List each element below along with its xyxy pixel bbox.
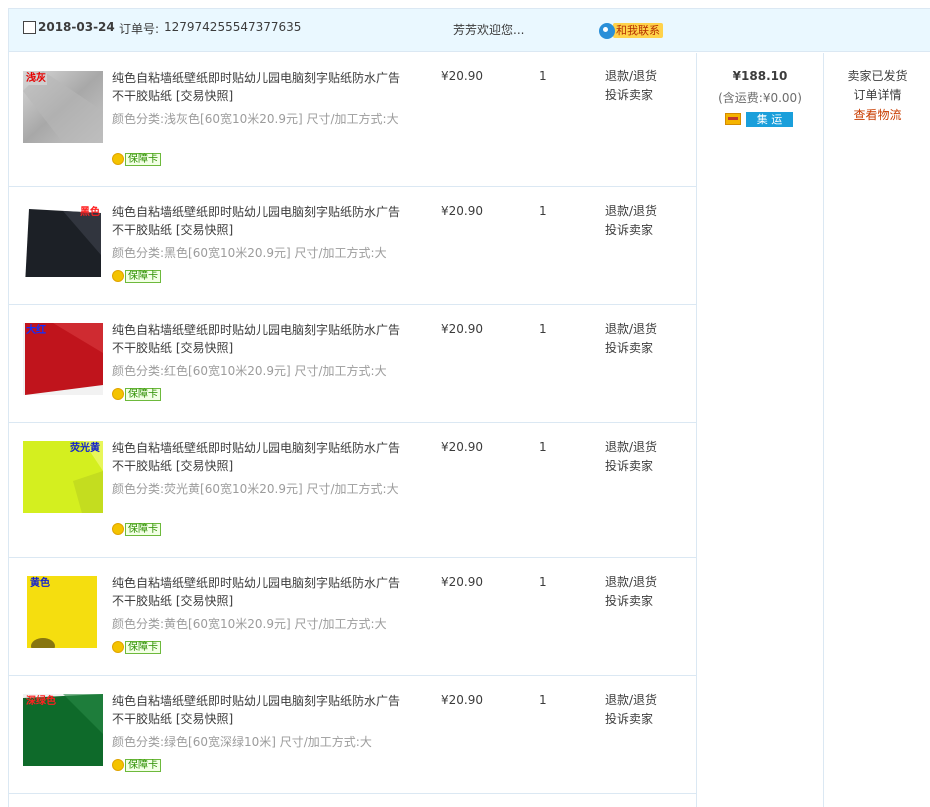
order-header: 2018-03-24 订单号: 127974255547377635 芳芳欢迎您… (9, 9, 930, 52)
product-spec: 颜色分类:黄色[60宽10米20.9元] 尺寸/加工方式:大 (112, 617, 387, 631)
complain-seller-link[interactable]: 投诉卖家 (605, 457, 657, 476)
quantity: 1 (539, 575, 547, 589)
complain-seller-link[interactable]: 投诉卖家 (605, 86, 657, 105)
product-thumbnail[interactable]: 浅灰 (23, 71, 103, 143)
unit-price: ¥20.90 (441, 69, 483, 83)
product-thumbnail[interactable]: 荧光黄 (23, 441, 103, 513)
order-detail-link[interactable]: 订单详情 (824, 86, 930, 105)
quantity: 1 (539, 440, 547, 454)
guarantee-card-label: 保障卡 (125, 269, 161, 283)
contact-seller-button[interactable]: 和我联系 (599, 22, 663, 39)
order-date: 2018-03-24 (38, 20, 115, 34)
item-actions: 退款/退货 投诉卖家 (605, 67, 657, 105)
refund-return-link[interactable]: 退款/退货 (605, 691, 657, 710)
guarantee-flower-icon (112, 388, 124, 400)
order-number: 127974255547377635 (164, 20, 302, 34)
quantity: 1 (539, 69, 547, 83)
order-number-label: 订单号: (119, 22, 160, 36)
quantity: 1 (539, 322, 547, 336)
shop-name-link[interactable]: 芳芳欢迎您... (453, 21, 524, 38)
order-item-row: 黄色 纯色自粘墙纸壁纸即时贴幼儿园电脑刻字贴纸防水广告不干胶贴纸 [交易快照] … (9, 558, 696, 676)
order-status: 卖家已发货 (847, 69, 908, 83)
guarantee-card-label: 保障卡 (125, 758, 161, 772)
guarantee-card-badge[interactable]: 保障卡 (112, 387, 161, 401)
quantity: 1 (539, 693, 547, 707)
refund-return-link[interactable]: 退款/退货 (605, 573, 657, 592)
order-total-column: ¥188.10 (含运费:¥0.00) 集 运 (696, 53, 824, 807)
consolidated-shipping-button[interactable]: 集 运 (746, 111, 793, 127)
product-color-tag: 大红 (26, 325, 46, 336)
unit-price: ¥20.90 (441, 204, 483, 218)
product-title-link[interactable]: 纯色自粘墙纸壁纸即时贴幼儿园电脑刻字贴纸防水广告不干胶贴纸 [交易快照] (112, 321, 406, 357)
payment-icons: 集 运 (725, 111, 793, 127)
order-card: 2018-03-24 订单号: 127974255547377635 芳芳欢迎您… (8, 8, 930, 807)
order-items: 浅灰 纯色自粘墙纸壁纸即时贴幼儿园电脑刻字贴纸防水广告不干胶贴纸 [交易快照] … (9, 53, 696, 807)
guarantee-flower-icon (112, 523, 124, 535)
order-total-price: ¥188.10 (732, 69, 788, 83)
product-title-link[interactable]: 纯色自粘墙纸壁纸即时贴幼儿园电脑刻字贴纸防水广告不干胶贴纸 [交易快照] (112, 574, 406, 610)
unit-price: ¥20.90 (441, 575, 483, 589)
guarantee-flower-icon (112, 759, 124, 771)
product-spec: 颜色分类:黑色[60宽10米20.9元] 尺寸/加工方式:大 (112, 246, 387, 260)
order-item-row: 浅灰 纯色自粘墙纸壁纸即时贴幼儿园电脑刻字贴纸防水广告不干胶贴纸 [交易快照] … (9, 53, 696, 187)
product-color-tag: 黑色 (80, 207, 100, 218)
guarantee-card-badge[interactable]: 保障卡 (112, 640, 161, 654)
item-actions: 退款/退货 投诉卖家 (605, 438, 657, 476)
complain-seller-link[interactable]: 投诉卖家 (605, 339, 657, 358)
order-item-row: 荧光黄 纯色自粘墙纸壁纸即时贴幼儿园电脑刻字贴纸防水广告不干胶贴纸 [交易快照]… (9, 423, 696, 558)
guarantee-flower-icon (112, 641, 124, 653)
guarantee-card-badge[interactable]: 保障卡 (112, 269, 161, 283)
product-color-tag: 荧光黄 (70, 443, 100, 454)
product-thumbnail[interactable]: 黑色 (23, 205, 103, 277)
product-color-tag: 黄色 (30, 578, 50, 589)
quantity: 1 (539, 204, 547, 218)
guarantee-flower-icon (112, 153, 124, 165)
product-thumbnail[interactable]: 黄色 (23, 576, 103, 648)
product-color-tag: 浅灰 (25, 73, 47, 85)
product-title-link[interactable]: 纯色自粘墙纸壁纸即时贴幼儿园电脑刻字贴纸防水广告不干胶贴纸 [交易快照] (112, 69, 406, 105)
guarantee-card-badge[interactable]: 保障卡 (112, 522, 161, 536)
order-select-checkbox[interactable] (23, 21, 36, 34)
view-logistics-link[interactable]: 查看物流 (824, 106, 930, 125)
product-title-link[interactable]: 纯色自粘墙纸壁纸即时贴幼儿园电脑刻字贴纸防水广告不干胶贴纸 [交易快照] (112, 203, 406, 239)
guarantee-card-label: 保障卡 (125, 640, 161, 654)
guarantee-card-badge[interactable]: 保障卡 (112, 758, 161, 772)
guarantee-card-badge[interactable]: 保障卡 (112, 152, 161, 166)
refund-return-link[interactable]: 退款/退货 (605, 67, 657, 86)
refund-return-link[interactable]: 退款/退货 (605, 320, 657, 339)
product-thumbnail[interactable]: 深绿色 (23, 694, 103, 766)
product-spec: 颜色分类:浅灰色[60宽10米20.9元] 尺寸/加工方式:大 (112, 112, 399, 126)
complain-seller-link[interactable]: 投诉卖家 (605, 592, 657, 611)
product-spec: 颜色分类:荧光黄[60宽10米20.9元] 尺寸/加工方式:大 (112, 482, 399, 496)
order-item-row: 大红 纯色自粘墙纸壁纸即时贴幼儿园电脑刻字贴纸防水广告不干胶贴纸 [交易快照] … (9, 305, 696, 423)
product-title-link[interactable]: 纯色自粘墙纸壁纸即时贴幼儿园电脑刻字贴纸防水广告不干胶贴纸 [交易快照] (112, 439, 406, 475)
product-thumbnail[interactable]: 大红 (23, 323, 103, 395)
guarantee-card-label: 保障卡 (125, 152, 161, 166)
item-actions: 退款/退货 投诉卖家 (605, 691, 657, 729)
item-actions: 退款/退货 投诉卖家 (605, 320, 657, 358)
order-status-column: 卖家已发货 订单详情 查看物流 (824, 53, 930, 807)
refund-return-link[interactable]: 退款/退货 (605, 438, 657, 457)
item-actions: 退款/退货 投诉卖家 (605, 573, 657, 611)
refund-return-link[interactable]: 退款/退货 (605, 202, 657, 221)
order-item-row: 深绿色 纯色自粘墙纸壁纸即时贴幼儿园电脑刻字贴纸防水广告不干胶贴纸 [交易快照]… (9, 676, 696, 794)
wangwang-chat-icon (599, 22, 615, 39)
item-actions: 退款/退货 投诉卖家 (605, 202, 657, 240)
credit-card-icon[interactable] (725, 113, 741, 125)
unit-price: ¥20.90 (441, 693, 483, 707)
product-spec: 颜色分类:绿色[60宽深绿10米] 尺寸/加工方式:大 (112, 735, 372, 749)
shipping-fee: (含运费:¥0.00) (718, 91, 802, 105)
product-color-tag: 深绿色 (26, 696, 56, 707)
order-item-row: 黑色 纯色自粘墙纸壁纸即时贴幼儿园电脑刻字贴纸防水广告不干胶贴纸 [交易快照] … (9, 187, 696, 305)
contact-seller-label: 和我联系 (613, 23, 663, 38)
product-title-link[interactable]: 纯色自粘墙纸壁纸即时贴幼儿园电脑刻字贴纸防水广告不干胶贴纸 [交易快照] (112, 692, 406, 728)
complain-seller-link[interactable]: 投诉卖家 (605, 221, 657, 240)
unit-price: ¥20.90 (441, 322, 483, 336)
guarantee-flower-icon (112, 270, 124, 282)
unit-price: ¥20.90 (441, 440, 483, 454)
complain-seller-link[interactable]: 投诉卖家 (605, 710, 657, 729)
guarantee-card-label: 保障卡 (125, 387, 161, 401)
guarantee-card-label: 保障卡 (125, 522, 161, 536)
product-spec: 颜色分类:红色[60宽10米20.9元] 尺寸/加工方式:大 (112, 364, 387, 378)
